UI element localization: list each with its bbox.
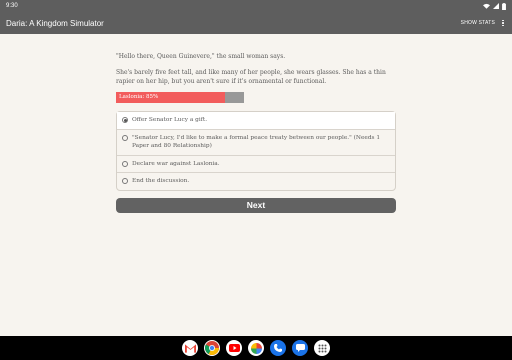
- choice-option[interactable]: End the discussion.: [117, 173, 395, 190]
- battery-icon: [502, 2, 506, 10]
- photos-icon[interactable]: [248, 340, 264, 356]
- radio-button[interactable]: [122, 160, 128, 167]
- status-bar: 9:30: [0, 0, 512, 12]
- choice-label: "Senator Lucy, I'd like to make a formal…: [132, 134, 381, 150]
- app-bar: Daria: A Kingdom Simulator SHOW STATS: [0, 12, 512, 34]
- radio-button[interactable]: [122, 178, 128, 184]
- youtube-icon[interactable]: [226, 340, 242, 356]
- choice-label: End the discussion.: [132, 178, 190, 184]
- choice-label: Offer Senator Lucy a gift.: [132, 117, 208, 123]
- relationship-stat-bar: Laslonia: 85%: [116, 92, 244, 103]
- choice-list: Offer Senator Lucy a gift. "Senator Lucy,…: [116, 111, 396, 191]
- show-stats-button[interactable]: SHOW STATS: [461, 20, 495, 26]
- app-bar-actions: SHOW STATS: [461, 19, 506, 27]
- story-content: "Hello there, Queen Guinevere," the smal…: [116, 52, 396, 213]
- choice-option[interactable]: "Senator Lucy, I'd like to make a formal…: [117, 130, 395, 156]
- cellular-icon: [493, 3, 499, 9]
- status-icons: [483, 2, 506, 10]
- story-paragraph-2: She's barely five feet tall, and like ma…: [116, 69, 386, 85]
- app-dock: [0, 336, 512, 360]
- radio-button[interactable]: [122, 117, 128, 123]
- choice-option[interactable]: Offer Senator Lucy a gift.: [117, 112, 395, 130]
- choice-label: Declare war against Laslonia.: [132, 160, 220, 167]
- stat-bar-label: Laslonia: 85%: [119, 94, 159, 100]
- status-time: 9:30: [6, 3, 18, 9]
- choice-option[interactable]: Declare war against Laslonia.: [117, 156, 395, 173]
- gmail-icon[interactable]: [182, 340, 198, 356]
- app-drawer-icon[interactable]: [314, 340, 330, 356]
- messages-icon[interactable]: [292, 340, 308, 356]
- wifi-icon: [483, 3, 490, 9]
- chrome-icon[interactable]: [204, 340, 220, 356]
- more-vert-icon[interactable]: [500, 19, 506, 27]
- app-title: Daria: A Kingdom Simulator: [6, 18, 104, 28]
- radio-button[interactable]: [122, 134, 128, 141]
- next-button[interactable]: Next: [116, 197, 396, 213]
- phone-icon[interactable]: [270, 340, 286, 356]
- story-paragraph-1: "Hello there, Queen Guinevere," the smal…: [116, 53, 286, 60]
